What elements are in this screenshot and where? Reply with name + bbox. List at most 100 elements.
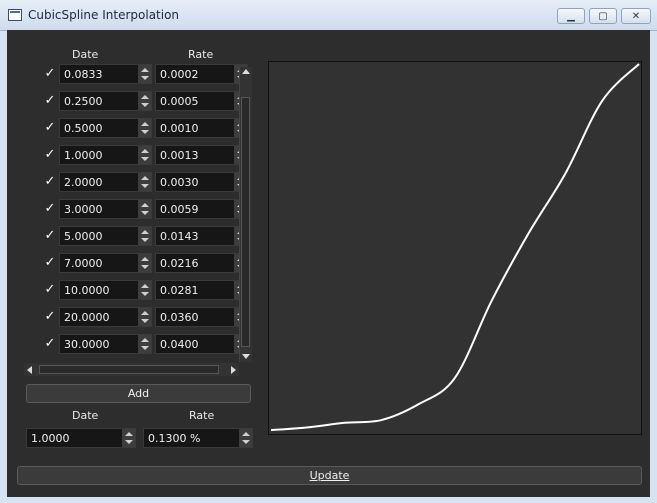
rate-spinbox[interactable]: 0.0030 [155,172,248,192]
step-down-icon[interactable] [141,211,149,215]
date-stepper[interactable] [138,227,151,245]
row-enabled-checkbox[interactable]: ✓ [44,310,56,323]
date-spinbox[interactable]: 7.0000 [59,253,152,273]
row-enabled-checkbox[interactable]: ✓ [44,67,56,80]
close-icon: ✕ [631,11,641,22]
scroll-left-icon[interactable] [27,366,32,374]
date-spinbox[interactable]: 5.0000 [59,226,152,246]
date-spinbox[interactable]: 0.5000 [59,118,152,138]
rate-value: 0.0281 [160,284,199,297]
row-enabled-checkbox[interactable]: ✓ [44,175,56,188]
rate-spinbox[interactable]: 0.0002 [155,64,248,84]
date-stepper[interactable] [138,119,151,137]
row-enabled-checkbox[interactable]: ✓ [44,283,56,296]
step-down-icon[interactable] [141,265,149,269]
rate-spinbox[interactable]: 0.0143 [155,226,248,246]
step-down-icon[interactable] [141,238,149,242]
row-enabled-checkbox[interactable]: ✓ [44,94,56,107]
row-enabled-checkbox[interactable]: ✓ [44,121,56,134]
rate-spinbox[interactable]: 0.0360 [155,307,248,327]
step-up-icon[interactable] [141,122,149,126]
rate-spinbox[interactable]: 0.0216 [155,253,248,273]
step-up-icon[interactable] [242,432,250,436]
step-down-icon[interactable] [141,184,149,188]
rate-spinbox[interactable]: 0.0400 [155,334,248,354]
date-spinbox[interactable]: 20.0000 [59,307,152,327]
table-vertical-scrollbar[interactable] [239,67,252,362]
app-window-icon [8,9,22,21]
step-down-icon[interactable] [141,130,149,134]
query-date-stepper[interactable] [122,429,135,447]
maximize-button[interactable]: ▢ [589,8,617,24]
date-stepper[interactable] [138,173,151,191]
date-stepper[interactable] [138,92,151,110]
rate-column-header: Rate [188,48,214,61]
rate-spinbox[interactable]: 0.0013 [155,145,248,165]
row-enabled-checkbox[interactable]: ✓ [44,229,56,242]
step-down-icon[interactable] [125,440,133,444]
step-up-icon[interactable] [141,176,149,180]
row-enabled-checkbox[interactable]: ✓ [44,337,56,350]
date-value: 1.0000 [64,149,103,162]
date-spinbox[interactable]: 30.0000 [59,334,152,354]
step-up-icon[interactable] [141,95,149,99]
date-stepper[interactable] [138,281,151,299]
date-value: 3.0000 [64,203,103,216]
step-down-icon[interactable] [141,292,149,296]
date-spinbox[interactable]: 2.0000 [59,172,152,192]
rate-value: 0.0059 [160,203,199,216]
step-down-icon[interactable] [141,103,149,107]
step-up-icon[interactable] [141,284,149,288]
scroll-down-icon[interactable] [242,354,250,359]
step-up-icon[interactable] [141,203,149,207]
scroll-up-icon[interactable] [242,69,250,74]
step-up-icon[interactable] [125,432,133,436]
date-stepper[interactable] [138,335,151,353]
main-panel: Date Rate ✓ 0.0833 0.0002 ✓ 0.2500 0.0005 ✓ 0.5… [7,30,650,497]
step-up-icon[interactable] [141,257,149,261]
step-down-icon[interactable] [141,76,149,80]
date-value: 0.5000 [64,122,103,135]
date-stepper[interactable] [138,146,151,164]
date-spinbox[interactable]: 0.0833 [59,64,152,84]
date-spinbox[interactable]: 0.2500 [59,91,152,111]
rate-value: 0.0013 [160,149,199,162]
date-stepper[interactable] [138,254,151,272]
date-spinbox[interactable]: 3.0000 [59,199,152,219]
row-enabled-checkbox[interactable]: ✓ [44,202,56,215]
close-button[interactable]: ✕ [621,8,651,24]
rate-spinbox[interactable]: 0.0005 [155,91,248,111]
date-spinbox[interactable]: 10.0000 [59,280,152,300]
query-rate-spinbox[interactable]: 0.1300 % [143,428,253,448]
add-button[interactable]: Add [26,384,251,403]
query-rate-stepper[interactable] [239,429,252,447]
step-up-icon[interactable] [141,311,149,315]
step-down-icon[interactable] [141,346,149,350]
row-enabled-checkbox[interactable]: ✓ [44,256,56,269]
step-up-icon[interactable] [141,230,149,234]
date-stepper[interactable] [138,200,151,218]
rate-spinbox[interactable]: 0.0010 [155,118,248,138]
minimize-button[interactable]: ▁ [557,8,585,24]
date-value: 0.2500 [64,95,103,108]
step-down-icon[interactable] [141,319,149,323]
row-enabled-checkbox[interactable]: ✓ [44,148,56,161]
query-date-spinbox[interactable]: 1.0000 [26,428,136,448]
rate-value: 0.0005 [160,95,199,108]
date-stepper[interactable] [138,308,151,326]
step-down-icon[interactable] [242,440,250,444]
scroll-right-icon[interactable] [231,366,236,374]
step-down-icon[interactable] [141,157,149,161]
step-up-icon[interactable] [141,149,149,153]
date-spinbox[interactable]: 1.0000 [59,145,152,165]
update-button[interactable]: Update [17,466,642,485]
rate-spinbox[interactable]: 0.0281 [155,280,248,300]
date-stepper[interactable] [138,65,151,83]
rate-spinbox[interactable]: 0.0059 [155,199,248,219]
step-up-icon[interactable] [141,68,149,72]
step-up-icon[interactable] [141,338,149,342]
table-horizontal-scrollbar[interactable] [24,363,239,376]
horizontal-scroll-thumb[interactable] [39,365,219,374]
rate-value: 0.0216 [160,257,199,270]
vertical-scroll-thumb[interactable] [241,97,250,347]
